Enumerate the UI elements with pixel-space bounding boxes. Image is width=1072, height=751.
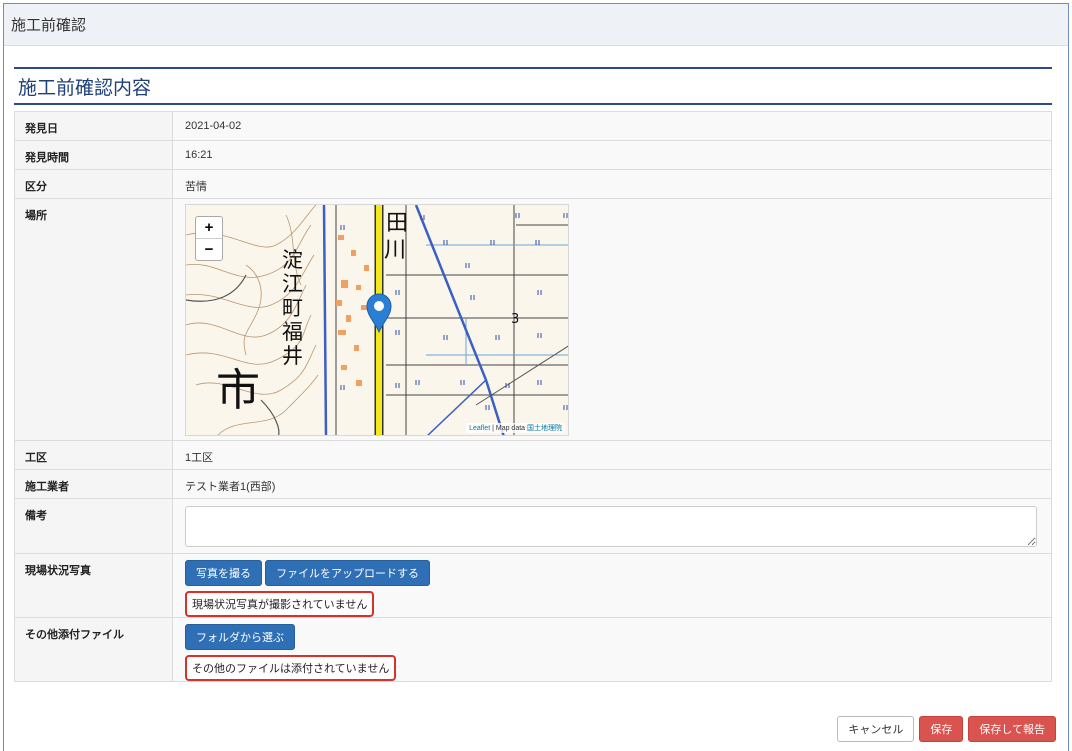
work-area-label: 工区 xyxy=(14,440,173,470)
discovery-date-value: 2021-04-02 xyxy=(172,111,1052,141)
svg-text:川: 川 xyxy=(384,238,406,263)
other-files-label: その他添付ファイル xyxy=(14,617,173,682)
discovery-time-value: 16:21 xyxy=(172,140,1052,170)
other-files-cell: フォルダから選ぶ その他のファイルは添付されていません xyxy=(172,617,1052,682)
section-title: 施工前確認内容 xyxy=(18,77,152,99)
gsi-link[interactable]: 国土地理院 xyxy=(527,425,562,432)
contractor-label: 施工業者 xyxy=(14,469,173,499)
save-button[interactable]: 保存 xyxy=(919,716,964,742)
discovery-date-label: 発見日 xyxy=(14,111,173,141)
discovery-time-label: 発見時間 xyxy=(14,140,173,170)
upload-file-button[interactable]: ファイルをアップロードする xyxy=(265,560,431,586)
location-value: 田 川 淀 江 町 福 井 市 3 + − Leaflet | Map data… xyxy=(172,198,1052,441)
svg-text:3: 3 xyxy=(511,312,519,327)
contractor-value: テスト業者1(西部) xyxy=(172,469,1052,499)
svg-text:田: 田 xyxy=(386,211,408,236)
leaflet-link[interactable]: Leaflet xyxy=(469,425,490,432)
table-row: 場所 田 川 淀 江 町 福 井 市 3 + − Leaflet | Map d… xyxy=(14,198,1052,441)
svg-text:淀: 淀 xyxy=(282,248,303,272)
save-and-report-button[interactable]: 保存して報告 xyxy=(968,716,1056,742)
table-row: 施工業者 テスト業者1(西部) xyxy=(14,469,1052,499)
site-photos-cell: 写真を撮る ファイルをアップロードする 現場状況写真が撮影されていません xyxy=(172,553,1052,618)
zoom-out-button[interactable]: − xyxy=(196,238,222,260)
remarks-textarea[interactable] xyxy=(185,506,1037,547)
svg-text:江: 江 xyxy=(282,272,303,296)
detail-table: 発見日 2021-04-02 発見時間 16:21 区分 苦情 場所 田 川 淀… xyxy=(14,111,1052,682)
page-title: 施工前確認 xyxy=(11,17,87,34)
select-folder-button[interactable]: フォルダから選ぶ xyxy=(185,624,295,650)
zoom-in-button[interactable]: + xyxy=(196,217,222,238)
svg-text:町: 町 xyxy=(282,296,303,320)
table-row: その他添付ファイル フォルダから選ぶ その他のファイルは添付されていません xyxy=(14,617,1052,682)
table-row: 現場状況写真 写真を撮る ファイルをアップロードする 現場状況写真が撮影されてい… xyxy=(14,553,1052,618)
svg-text:井: 井 xyxy=(282,344,303,368)
svg-text:市: 市 xyxy=(216,365,260,416)
category-value: 苦情 xyxy=(172,169,1052,199)
cancel-button[interactable]: キャンセル xyxy=(837,716,915,742)
map-attribution: Leaflet | Map data 国土地理院 xyxy=(466,423,565,433)
location-marker-icon xyxy=(366,293,392,334)
table-row: 区分 苦情 xyxy=(14,169,1052,199)
svg-text:福: 福 xyxy=(282,320,303,344)
remarks-cell xyxy=(172,498,1052,554)
other-files-warning: その他のファイルは添付されていません xyxy=(185,655,397,681)
section-heading: 施工前確認内容 xyxy=(14,67,1052,105)
category-label: 区分 xyxy=(14,169,173,199)
work-area-value: 1工区 xyxy=(172,440,1052,470)
location-label: 場所 xyxy=(14,198,173,441)
remarks-label: 備考 xyxy=(14,498,173,554)
table-row: 発見日 2021-04-02 xyxy=(14,111,1052,141)
top-bar: 施工前確認 xyxy=(4,4,1068,46)
location-map[interactable]: 田 川 淀 江 町 福 井 市 3 + − Leaflet | Map data… xyxy=(185,204,569,436)
table-row: 発見時間 16:21 xyxy=(14,140,1052,170)
site-photos-warning: 現場状況写真が撮影されていません xyxy=(185,591,375,617)
table-row: 備考 xyxy=(14,498,1052,554)
main-content: 施工前確認内容 発見日 2021-04-02 発見時間 16:21 区分 苦情 … xyxy=(14,67,1052,682)
footer-actions: キャンセル 保存 保存して報告 xyxy=(837,716,1056,742)
table-row: 工区 1工区 xyxy=(14,440,1052,470)
map-zoom-control: + − xyxy=(195,216,223,261)
map-tiles: 田 川 淀 江 町 福 井 市 3 xyxy=(186,205,568,435)
site-photos-label: 現場状況写真 xyxy=(14,553,173,618)
take-photo-button[interactable]: 写真を撮る xyxy=(185,560,262,586)
